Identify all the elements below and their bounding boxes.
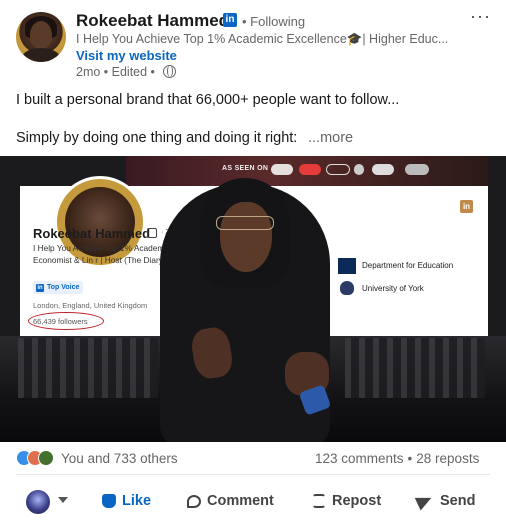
feed-post: Rokeebat Hammed in • Following I Help Yo… <box>0 0 506 531</box>
visit-website-link[interactable]: Visit my website <box>76 48 177 63</box>
reposts-count[interactable]: 28 reposts <box>416 451 479 466</box>
post-image[interactable]: AS SEEN ON Rokeebat Hammed · 2nd I Help … <box>0 156 506 442</box>
author-avatar[interactable] <box>16 12 66 62</box>
see-more-link[interactable]: ...more <box>308 130 353 146</box>
verified-icon <box>147 228 157 238</box>
press-logo <box>299 164 321 175</box>
post-text-line-1: I built a personal brand that 66,000+ pe… <box>16 92 400 108</box>
followers-highlight-circle <box>28 312 104 330</box>
profile-card-location: London, England, United Kingdom <box>33 301 148 310</box>
following-status: • Following <box>242 14 306 29</box>
comments-reposts-count: 123 comments • 28 reposts <box>315 451 479 466</box>
org-university-of-york: University of York <box>362 284 424 293</box>
comment-icon <box>187 495 201 508</box>
linkedin-icon: in <box>460 200 473 213</box>
acoustic-panel <box>18 338 158 398</box>
press-logo <box>271 164 293 175</box>
acoustic-panel <box>345 338 485 398</box>
repost-icon <box>312 494 326 508</box>
as-seen-on-text: AS SEEN ON <box>222 165 269 172</box>
more-options-icon[interactable]: ··· <box>470 6 491 27</box>
top-voice-badge: Top Voice <box>33 281 84 294</box>
like-button[interactable]: Like <box>102 493 151 509</box>
org-department-for-education: Department for Education <box>362 261 454 270</box>
repost-label: Repost <box>332 493 382 509</box>
avatar-face <box>30 21 52 49</box>
author-name[interactable]: Rokeebat Hammed <box>76 11 229 31</box>
support-reaction-icon <box>38 450 54 466</box>
avatar-shoulders <box>22 48 60 62</box>
thumbs-up-icon <box>102 494 116 508</box>
separator: • <box>407 451 413 466</box>
linkedin-premium-icon: in <box>223 13 237 27</box>
comments-count[interactable]: 123 comments <box>315 451 404 466</box>
press-logo <box>354 164 364 175</box>
profile-card-name: Rokeebat Hammed <box>33 226 151 241</box>
divider <box>16 474 490 475</box>
send-label: Send <box>440 493 476 509</box>
chevron-down-icon[interactable] <box>58 497 68 503</box>
comment-label: Comment <box>207 493 274 509</box>
government-crest-icon <box>338 258 356 274</box>
press-logo <box>405 164 429 175</box>
press-logo <box>326 164 350 175</box>
actor-avatar[interactable] <box>26 490 50 514</box>
university-crest-icon <box>340 281 354 295</box>
post-meta: 2mo • Edited • <box>76 65 155 79</box>
post-text-line-2: Simply by doing one thing and doing it r… <box>16 130 298 146</box>
repost-button[interactable]: Repost <box>312 493 381 509</box>
reactions-count[interactable]: You and 733 others <box>61 451 178 466</box>
like-label: Like <box>122 493 152 509</box>
comment-button[interactable]: Comment <box>187 493 274 509</box>
send-icon <box>414 491 435 511</box>
speaker-glasses <box>216 216 274 230</box>
press-logo <box>372 164 394 175</box>
reaction-icons[interactable] <box>16 450 58 466</box>
author-headline: I Help You Achieve Top 1% Academic Excel… <box>76 32 449 46</box>
send-button[interactable]: Send <box>414 491 476 511</box>
speaker-face <box>220 202 272 272</box>
globe-icon <box>163 65 176 78</box>
